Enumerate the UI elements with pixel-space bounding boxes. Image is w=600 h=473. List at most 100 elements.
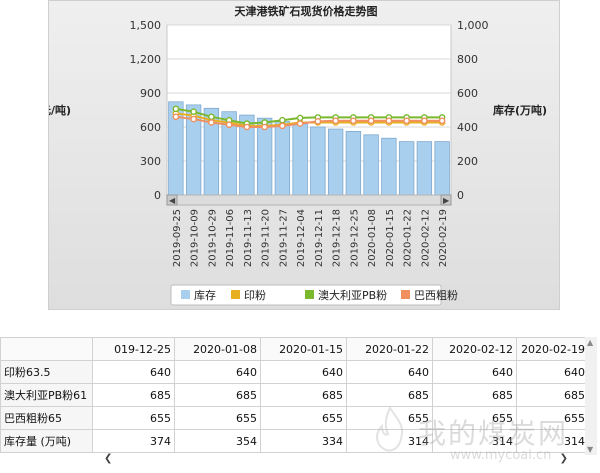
- legend-label[interactable]: 印粉: [244, 289, 266, 302]
- table-cell: 640: [174, 360, 261, 384]
- range-navigator[interactable]: ◀ ▶: [166, 194, 452, 206]
- table-cell: 640: [92, 360, 175, 384]
- series-point: [314, 118, 322, 125]
- series-point: [190, 108, 197, 115]
- table-cell: 655: [260, 406, 347, 430]
- column-header: 2020-01-22: [346, 337, 433, 361]
- x-tick-label: 2020-01-15: [385, 209, 396, 267]
- scroll-left-icon[interactable]: ❮: [104, 453, 112, 464]
- table-cell: 640: [346, 360, 433, 384]
- x-tick-label: 2020-02-12: [420, 209, 431, 267]
- y-tick-label: 300: [140, 155, 161, 168]
- legend-swatch: [401, 290, 410, 299]
- bar-inventory: [398, 141, 415, 196]
- series-point: [190, 115, 197, 123]
- series-point: [172, 113, 180, 121]
- table-cell: 685: [174, 383, 261, 407]
- bar-inventory: [416, 141, 433, 196]
- legend-label[interactable]: 库存: [194, 288, 216, 302]
- column-header: 2020-01-08: [174, 337, 261, 361]
- y-axis-label: 价格(元/吨): [49, 103, 71, 117]
- x-tick-label: 2020-01-22: [403, 209, 414, 267]
- series-point: [172, 105, 180, 113]
- y2-tick-label: 800: [457, 53, 478, 66]
- bar-inventory: [345, 131, 362, 196]
- x-tick-label: 2019-11-13: [243, 209, 254, 267]
- legend-label[interactable]: 巴西粗粉: [414, 289, 458, 302]
- y2-tick-label: 200: [457, 155, 478, 168]
- y-tick-label: 1,200: [130, 53, 162, 66]
- chart-svg: 天津港铁矿石现货价格走势图 价格(元/吨) 库存(万吨) 0 300 600 900 1…: [49, 4, 547, 306]
- y-tick-label: 600: [140, 121, 161, 134]
- y2-tick-label: 0: [457, 189, 464, 202]
- x-tick-label: 2019-11-20: [261, 209, 272, 267]
- table-cell: 640: [432, 360, 517, 384]
- table-cell: 640: [516, 360, 589, 384]
- x-tick-label: 2019-10-09: [190, 209, 201, 267]
- table-cell: 374: [92, 429, 175, 453]
- navigator-left-arrow-icon: ◀: [169, 196, 176, 205]
- table-cell: 640: [260, 360, 347, 384]
- series-point: [350, 117, 357, 125]
- legend-swatch: [305, 290, 314, 299]
- y2-axis-label: 库存(万吨): [493, 103, 547, 117]
- table-cell: 685: [92, 383, 175, 407]
- watermark-url: www.mycoal.cn: [450, 448, 552, 463]
- series-point: [367, 117, 375, 125]
- column-header: 2020-02-19: [516, 337, 589, 361]
- series-point: [208, 119, 215, 126]
- bar-inventory: [434, 141, 450, 196]
- table-corner: [0, 337, 93, 361]
- y2-tick-label: 600: [457, 87, 478, 100]
- bar-inventory: [363, 134, 379, 196]
- series-point: [243, 123, 251, 131]
- series-point: [421, 117, 428, 125]
- series-point: [332, 117, 339, 125]
- x-ticks: 2019-09-25 2019-10-09 2019-10-29 2019-11-06…: [172, 209, 449, 267]
- x-tick-label: 2019-09-25: [172, 209, 183, 267]
- row-label: 澳大利亚PB粉61: [0, 383, 93, 407]
- row-label: 印粉63.5: [0, 360, 93, 384]
- bar-inventory: [327, 128, 344, 196]
- x-tick-label: 2019-12-11: [314, 209, 325, 267]
- bar-inventory: [381, 137, 397, 196]
- series-point: [208, 113, 215, 121]
- watermark: 我的煤炭网 www.mycoal.cn: [360, 400, 590, 470]
- bar-inventory: [292, 123, 308, 196]
- column-header: 019-12-25: [92, 337, 175, 361]
- bar-inventory: [274, 121, 291, 196]
- column-header: 2020-02-12: [432, 337, 517, 361]
- table-row: 印粉63.5 640 640 640 640 640 640: [0, 360, 589, 384]
- row-label: 巴西粗粉65: [0, 406, 93, 430]
- series-point: [296, 114, 304, 122]
- table-header-row: 019-12-25 2020-01-08 2020-01-15 2020-01-…: [0, 337, 589, 361]
- table-cell: 655: [174, 406, 261, 430]
- series-point: [261, 123, 268, 131]
- flame-logo-icon: [376, 406, 404, 452]
- x-tick-label: 2019-12-18: [332, 209, 343, 267]
- table-cell: 354: [174, 429, 261, 453]
- navigator-right-arrow-icon: ▶: [443, 196, 450, 205]
- bar-inventory: [310, 126, 326, 196]
- column-header: 2020-01-15: [260, 337, 347, 361]
- y-tick-label: 900: [140, 87, 161, 100]
- x-tick-label: 2020-02-19: [438, 209, 449, 267]
- series-point: [385, 117, 393, 125]
- x-tick-label: 2019-11-06: [225, 209, 236, 267]
- legend: 库存 印粉 澳大利亚PB粉 巴西粗粉: [170, 284, 458, 306]
- y2-tick-label: 400: [457, 121, 478, 134]
- series-point: [225, 121, 233, 129]
- series-point: [438, 117, 446, 125]
- table-cell: 334: [260, 429, 347, 453]
- y-tick-label: 1,500: [130, 19, 162, 32]
- y-tick-label: 0: [154, 189, 161, 202]
- series-point: [279, 122, 286, 130]
- legend-label[interactable]: 澳大利亚PB粉: [318, 288, 387, 302]
- x-tick-label: 2019-12-25: [349, 209, 360, 267]
- series-point: [296, 120, 304, 127]
- x-tick-label: 2019-11-27: [278, 209, 289, 267]
- table-cell: 685: [260, 383, 347, 407]
- scroll-up-icon[interactable]: ▲: [587, 338, 593, 347]
- x-tick-label: 2020-01-08: [367, 209, 378, 267]
- series-point: [403, 117, 410, 125]
